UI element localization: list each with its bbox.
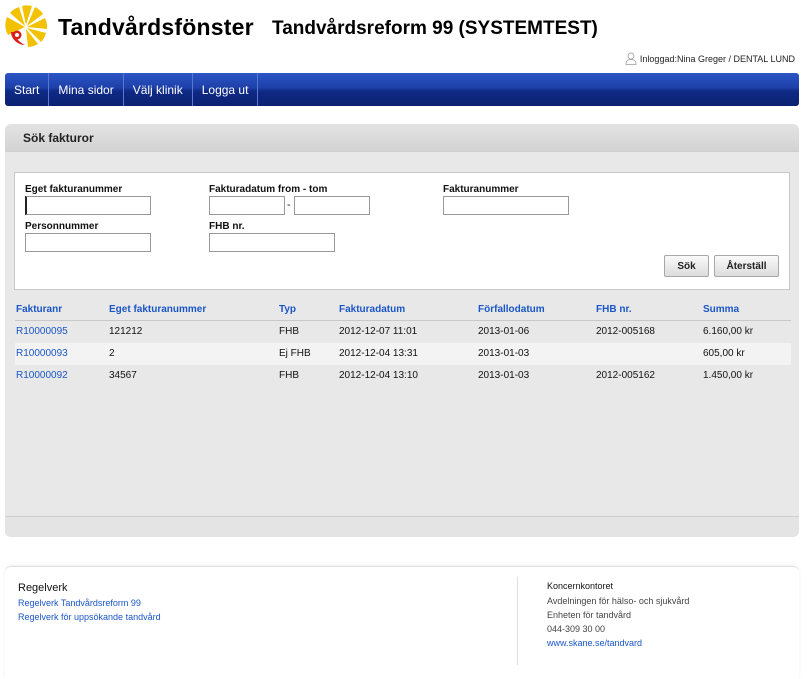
date-range-label: Fakturadatum from - tom (209, 184, 328, 195)
col-fhb-nr[interactable]: FHB nr. (596, 304, 632, 315)
due-date-cell: 2013-01-03 (478, 370, 530, 381)
col-fakturadatum[interactable]: Fakturadatum (339, 304, 405, 315)
amount-cell: 1.450,00 kr (703, 370, 754, 381)
panel-footer (5, 516, 799, 537)
contact-line: Avdelningen för hälso- och sjukvård (547, 596, 690, 606)
table-row: R10000095 121212 FHB 2012-12-07 11:01 20… (15, 321, 791, 343)
page-footer: Regelverk Regelverk Tandvårdsreform 99 R… (5, 566, 799, 679)
contact-line: Enheten för tandvård (547, 610, 632, 620)
table-header: Fakturanr Eget fakturanummer Typ Faktura… (15, 301, 791, 321)
table-row: R10000093 2 Ej FHB 2012-12-04 13:31 2013… (15, 343, 791, 365)
own-invoice-input[interactable] (25, 196, 151, 215)
invoice-no-label: Fakturanummer (443, 184, 519, 195)
own-invoice-cell: 2 (109, 348, 115, 359)
fhb-no-label: FHB nr. (209, 221, 245, 232)
nav-mina-sidor[interactable]: Mina sidor (49, 73, 124, 106)
search-button[interactable]: Sök (664, 255, 709, 277)
type-cell: FHB (279, 326, 299, 337)
invoice-date-cell: 2012-12-04 13:31 (339, 348, 418, 359)
table-row: R10000092 34567 FHB 2012-12-04 13:10 201… (15, 365, 791, 387)
amount-cell: 6.160,00 kr (703, 326, 754, 337)
invoice-date-cell: 2012-12-04 13:10 (339, 370, 418, 381)
personal-no-input[interactable] (25, 233, 151, 252)
amount-cell: 605,00 kr (703, 348, 745, 359)
invoice-link[interactable]: R10000092 (16, 370, 68, 381)
own-invoice-cell: 34567 (109, 370, 137, 381)
personal-no-label: Personnummer (25, 221, 99, 232)
header: Tandvårdsfönster Tandvårdsreform 99 (SYS… (0, 0, 807, 70)
footer-divider (517, 577, 518, 665)
contact-title: Koncernkontoret (547, 581, 614, 591)
due-date-cell: 2013-01-03 (478, 348, 530, 359)
nav-start[interactable]: Start (5, 73, 50, 106)
search-form: Eget fakturanummer Fakturadatum from - t… (14, 172, 790, 290)
rules-title: Regelverk (18, 582, 68, 594)
login-info: Inloggad:Nina Greger / DENTAL LUND (625, 52, 795, 65)
own-invoice-label: Eget fakturanummer (25, 184, 123, 195)
fhb-cell: 2012-005168 (596, 326, 655, 337)
fhb-no-input[interactable] (209, 233, 335, 252)
main-nav: Start Mina sidor Välj klinik Logga ut (5, 73, 799, 106)
date-separator: - (287, 199, 291, 211)
type-cell: Ej FHB (279, 348, 311, 359)
nav-valj-klinik[interactable]: Välj klinik (124, 73, 193, 106)
invoice-no-input[interactable] (443, 196, 569, 215)
system-title: Tandvårdsreform 99 (SYSTEMTEST) (272, 18, 598, 39)
own-invoice-cell: 121212 (109, 326, 143, 337)
invoice-link[interactable]: R10000095 (16, 326, 68, 337)
rules-link-uppsokande[interactable]: Regelverk för uppsökande tandvård (18, 612, 161, 622)
nav-logga-ut[interactable]: Logga ut (193, 73, 259, 106)
logo-icon (5, 5, 47, 47)
user-icon (625, 52, 637, 65)
col-typ[interactable]: Typ (279, 304, 296, 315)
contact-website-link[interactable]: www.skane.se/tandvard (547, 638, 642, 648)
brand-name: Tandvårdsfönster (58, 14, 254, 40)
search-panel: Sök fakturor Eget fakturanummer Fakturad… (5, 124, 799, 537)
col-eget-fakturanummer[interactable]: Eget fakturanummer (109, 304, 206, 315)
invoice-link[interactable]: R10000093 (16, 348, 68, 359)
panel-header: Sök fakturor (5, 124, 799, 152)
date-to-input[interactable] (294, 196, 370, 215)
reset-button[interactable]: Återställ (714, 255, 779, 277)
results-table: Fakturanr Eget fakturanummer Typ Faktura… (15, 301, 791, 387)
fhb-cell: 2012-005162 (596, 370, 655, 381)
type-cell: FHB (279, 370, 299, 381)
page-title: Sök fakturor (23, 131, 94, 145)
login-text: Inloggad:Nina Greger / DENTAL LUND (639, 53, 795, 64)
invoice-date-cell: 2012-12-07 11:01 (339, 326, 418, 337)
rules-link-tandvardsreform[interactable]: Regelverk Tandvårdsreform 99 (18, 598, 141, 608)
contact-phone: 044-309 30 00 (547, 624, 606, 634)
date-from-input[interactable] (209, 196, 285, 215)
col-fakturanr[interactable]: Fakturanr (16, 304, 62, 315)
col-forfallodatum[interactable]: Förfallodatum (478, 304, 545, 315)
col-summa[interactable]: Summa (703, 304, 739, 315)
due-date-cell: 2013-01-06 (478, 326, 530, 337)
